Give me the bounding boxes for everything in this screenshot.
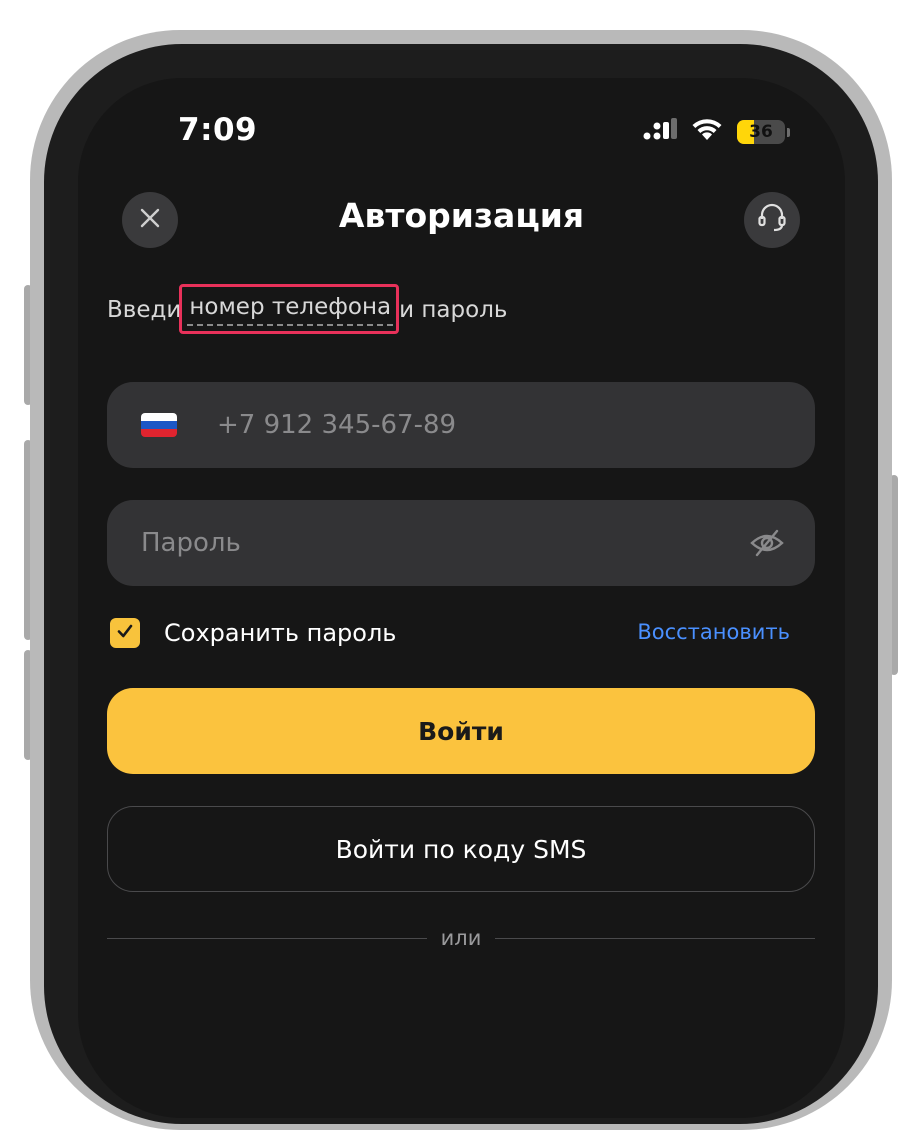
page-title: Авторизация — [338, 196, 585, 235]
password-field[interactable] — [107, 500, 815, 586]
battery-level: 36 — [749, 122, 773, 142]
app-screen: 7:09 36 Авторизация Введи номер телефона… — [78, 78, 845, 1118]
or-divider: или — [107, 926, 815, 950]
status-time: 7:09 — [178, 112, 258, 148]
remember-label: Сохранить пароль — [164, 619, 397, 647]
battery-icon: 36 — [737, 120, 790, 144]
remember-checkbox[interactable] — [110, 618, 140, 648]
status-icons: 36 — [643, 118, 790, 146]
support-button[interactable] — [744, 192, 800, 248]
password-input[interactable] — [139, 527, 749, 559]
headset-icon — [757, 202, 787, 238]
remember-password-row[interactable]: Сохранить пароль — [110, 618, 396, 648]
divider-text: или — [440, 926, 482, 950]
russia-flag-icon[interactable] — [141, 413, 177, 437]
checkmark-icon — [115, 621, 135, 645]
eye-off-icon[interactable] — [749, 528, 785, 558]
phone-number-link[interactable]: номер телефона — [179, 284, 400, 334]
restore-password-link[interactable]: Восстановить — [637, 620, 790, 644]
wifi-icon — [691, 118, 723, 146]
sms-login-button[interactable]: Войти по коду SMS — [107, 806, 815, 892]
divider-line — [495, 937, 815, 939]
highlight-box — [179, 284, 400, 334]
divider-line — [107, 937, 427, 939]
login-button[interactable]: Войти — [107, 688, 815, 774]
cellular-signal-icon — [643, 118, 677, 146]
subtitle: Введи номер телефона и пароль — [107, 284, 508, 334]
phone-field[interactable] — [107, 382, 815, 468]
subtitle-prefix: Введи — [107, 297, 182, 323]
phone-input[interactable] — [215, 409, 815, 441]
subtitle-suffix: и пароль — [399, 297, 508, 323]
